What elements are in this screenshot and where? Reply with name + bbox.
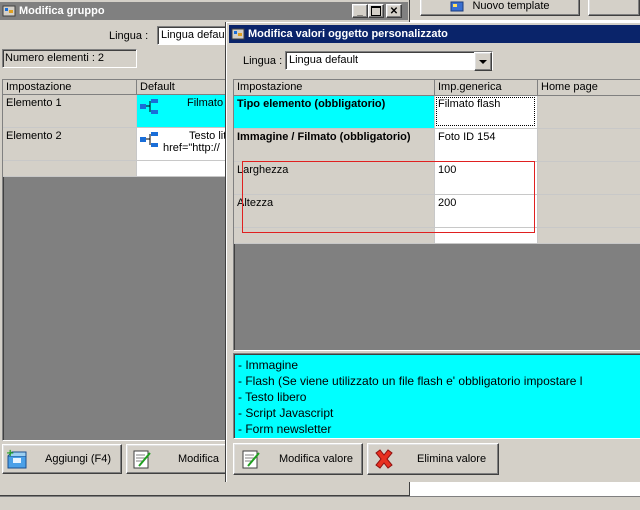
window-icon — [231, 27, 245, 41]
bg-window-titlebar: Modifica gruppo — [0, 2, 408, 20]
delete-icon — [373, 448, 395, 470]
options-list[interactable]: - Immagine - Flash (Se viene utilizzato … — [233, 353, 640, 439]
maximize-icon — [371, 6, 381, 16]
table-row-empty[interactable] — [3, 161, 137, 177]
add-button[interactable]: + Aggiungi (F4) — [2, 444, 122, 474]
bg-col-header-setting[interactable]: Impostazione — [3, 80, 137, 95]
row-name: Tipo elemento (obbligatorio) — [237, 98, 386, 110]
new-template-button[interactable]: Nuovo template — [420, 0, 580, 16]
modify-value-label: Modifica valore — [279, 453, 353, 465]
table-row[interactable]: Elemento 2 — [3, 128, 137, 161]
template-icon — [450, 1, 464, 12]
edit-icon — [131, 448, 153, 470]
modify-value-button[interactable]: Modifica valore — [233, 443, 363, 475]
bg-modify-button[interactable]: Modifica — [126, 444, 228, 474]
fg-col-header-setting[interactable]: Impostazione — [234, 80, 435, 96]
add-button-label: Aggiungi (F4) — [45, 453, 112, 465]
row-value: Filmato flash — [438, 98, 501, 110]
list-item[interactable]: - Script Javascript — [238, 405, 636, 421]
list-item[interactable]: - Flash (Se viene utilizzato un file fla… — [238, 373, 636, 389]
bg-lingua-label: Lingua : — [109, 30, 149, 42]
window-icon — [2, 4, 16, 18]
table-row[interactable]: Tipo elemento (obbligatorio) — [234, 96, 435, 129]
new-template-label: Nuovo template — [472, 0, 550, 12]
row-value-line1: Testo lit — [189, 130, 227, 142]
table-cell[interactable] — [538, 96, 640, 129]
highlight-box — [242, 161, 535, 233]
row-value: Filmato — [187, 97, 224, 109]
table-cell-empty[interactable] — [538, 228, 640, 244]
tree-icon — [139, 132, 161, 151]
minimize-icon: _ — [357, 5, 363, 17]
top-right-button[interactable] — [588, 0, 640, 16]
table-cell[interactable]: Foto ID 154 — [435, 129, 538, 162]
table-cell[interactable] — [538, 129, 640, 162]
delete-value-label: Elimina valore — [417, 453, 487, 465]
fg-lingua-select[interactable]: Lingua default — [285, 51, 493, 71]
maximize-button[interactable] — [368, 4, 384, 18]
bg-lingua-value: Lingua defau — [161, 29, 225, 41]
table-cell[interactable]: Testo lit href="http:// — [137, 128, 229, 161]
table-cell-selected[interactable]: Filmato flash — [435, 96, 538, 129]
bg-lingua-select[interactable]: Lingua defau — [157, 26, 227, 45]
bottom-strip — [0, 496, 640, 510]
fg-window-titlebar: Modifica valori oggetto personalizzato — [229, 25, 640, 43]
table-cell[interactable] — [538, 195, 640, 228]
tree-icon — [139, 99, 161, 118]
row-value: Foto ID 154 — [438, 131, 496, 143]
element-count-text: Numero elementi : 2 — [5, 52, 105, 64]
close-button[interactable]: ✕ — [386, 4, 402, 18]
bg-window-title: Modifica gruppo — [19, 5, 105, 17]
list-item[interactable]: - Testo libero — [238, 389, 636, 405]
svg-text:+: + — [6, 448, 14, 459]
edit-icon — [240, 448, 262, 470]
row-name: Elemento 2 — [6, 130, 62, 142]
dropdown-button[interactable] — [474, 52, 492, 71]
minimize-button[interactable]: _ — [352, 4, 368, 18]
chevron-down-icon — [479, 56, 487, 68]
bg-modify-label: Modifica — [178, 453, 219, 465]
list-item[interactable]: - Immagine — [238, 357, 636, 373]
fg-lingua-value: Lingua default — [289, 54, 359, 66]
fg-window: Modifica valori oggetto personalizzato L… — [226, 22, 640, 482]
add-icon: + — [6, 448, 30, 470]
table-cell-empty[interactable] — [137, 161, 229, 177]
close-icon: ✕ — [389, 5, 399, 17]
list-item[interactable]: - Form newsletter — [238, 421, 636, 437]
row-value-line2: href="http:// — [163, 142, 220, 154]
table-cell[interactable]: Filmato — [137, 95, 229, 128]
bg-grid[interactable]: Impostazione Default Elemento 1 Filmato … — [2, 79, 229, 441]
bg-col-header-default[interactable]: Default — [137, 80, 229, 95]
row-name: Immagine / Filmato (obbligatorio) — [237, 131, 411, 143]
delete-value-button[interactable]: Elimina valore — [367, 443, 499, 475]
element-count: Numero elementi : 2 — [2, 49, 137, 68]
table-cell[interactable] — [538, 162, 640, 195]
fg-col-header-generic[interactable]: Imp.generica — [435, 80, 538, 96]
fg-window-title: Modifica valori oggetto personalizzato — [248, 28, 448, 40]
fg-col-header-home[interactable]: Home page — [538, 80, 640, 96]
table-row[interactable]: Elemento 1 — [3, 95, 137, 128]
row-name: Elemento 1 — [6, 97, 62, 109]
table-row[interactable]: Immagine / Filmato (obbligatorio) — [234, 129, 435, 162]
fg-lingua-label: Lingua : — [243, 55, 283, 67]
